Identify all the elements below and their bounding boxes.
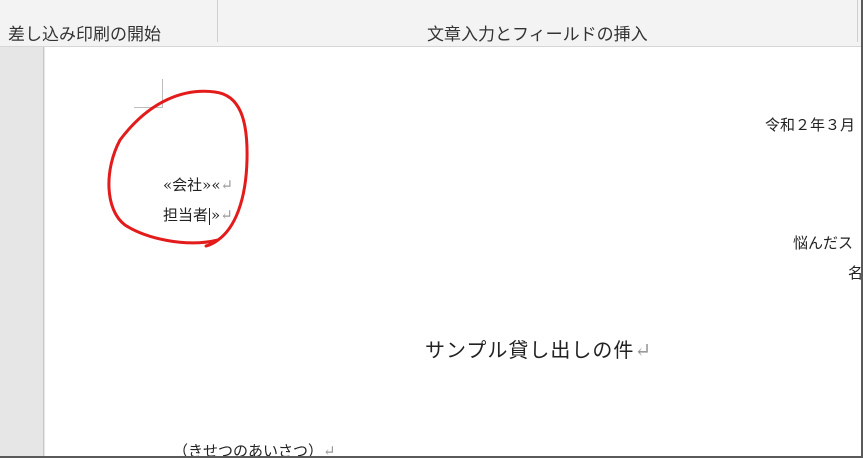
ribbon: 差し込み印刷の開始 文章入力とフィールドの挿入 bbox=[0, 0, 861, 47]
ribbon-group-separator bbox=[857, 0, 858, 42]
sender-text-1: 悩んだス bbox=[793, 234, 854, 252]
left-margin-area bbox=[0, 47, 44, 456]
paragraph-mark: ↵ bbox=[634, 338, 653, 362]
paragraph-mark: ↵ bbox=[323, 442, 336, 456]
merge-field-company[interactable]: «会社»« bbox=[163, 176, 221, 194]
ribbon-group-write-insert-fields[interactable]: 文章入力とフィールドの挿入 bbox=[427, 20, 648, 45]
greeting-line[interactable]: （きせつのあいさつ）↵ bbox=[173, 440, 336, 456]
word-window: 差し込み印刷の開始 文章入力とフィールドの挿入 令和２年３月 «会社»«↵ 担当… bbox=[0, 0, 863, 458]
ribbon-group-separator bbox=[217, 0, 218, 42]
ribbon-group-start-mail-merge[interactable]: 差し込み印刷の開始 bbox=[8, 20, 161, 45]
merge-field-person-close[interactable]: » bbox=[211, 206, 220, 224]
paragraph-mark: ↵ bbox=[220, 206, 233, 224]
merge-field-company-line[interactable]: «会社»«↵ bbox=[163, 174, 233, 195]
sender-line-2[interactable]: 名 bbox=[848, 262, 861, 283]
subject-line[interactable]: サンプル貸し出しの件↵ bbox=[425, 334, 652, 363]
merge-field-person[interactable]: 担当者 bbox=[163, 206, 208, 224]
document-page[interactable]: 令和２年３月 «会社»«↵ 担当者»↵ 悩んだス 名 サンプル貸し出しの件↵ （… bbox=[45, 47, 861, 456]
text-cursor bbox=[209, 207, 211, 225]
sender-text-2: 名 bbox=[848, 264, 861, 282]
date-line[interactable]: 令和２年３月 bbox=[765, 114, 855, 135]
subject-text: サンプル貸し出しの件 bbox=[425, 338, 635, 362]
sender-line-1[interactable]: 悩んだス bbox=[793, 232, 853, 253]
date-text: 令和２年３月 bbox=[765, 116, 856, 134]
merge-field-person-line[interactable]: 担当者 »↵ bbox=[163, 204, 233, 225]
greeting-text: （きせつのあいさつ） bbox=[173, 442, 324, 456]
paragraph-mark: ↵ bbox=[220, 176, 234, 194]
text-boundary-corner-mark bbox=[134, 79, 163, 108]
